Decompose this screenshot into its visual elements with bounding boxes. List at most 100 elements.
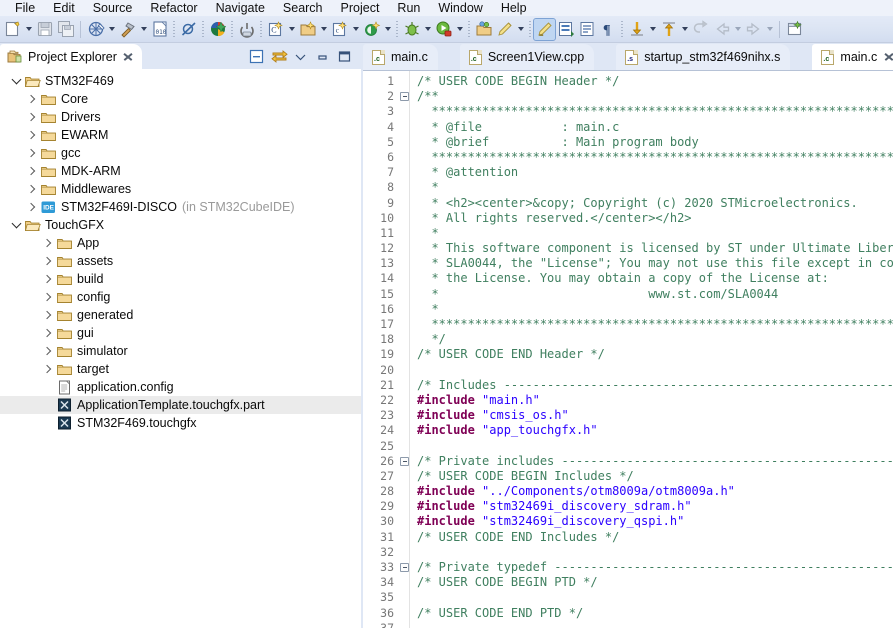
toolbar-drag-handle[interactable] — [396, 20, 398, 38]
editor-tab-screen1view-cpp[interactable]: .c Screen1View.cpp — [459, 44, 595, 70]
chevron-right-icon[interactable] — [24, 91, 40, 107]
fold-collapse-icon[interactable] — [399, 89, 409, 104]
build-all-dropdown-arrow[interactable] — [106, 19, 117, 40]
new-class-dropdown-arrow[interactable] — [382, 19, 393, 40]
editor-tab-main-c[interactable]: .c main.c — [363, 44, 438, 70]
chevron-right-icon[interactable] — [40, 307, 56, 323]
tree-item-config[interactable]: config — [0, 288, 361, 306]
toolbar-drag-handle[interactable] — [468, 20, 470, 38]
tree-item-mdk-arm[interactable]: MDK-ARM — [0, 162, 361, 180]
menu-edit[interactable]: Edit — [44, 1, 84, 16]
back-icon[interactable] — [711, 19, 732, 40]
code-editor[interactable]: 1 2 3 4 5 6 7 8 9 10 11 12 13 14 15 16 17 18 19 20 21 22 23 24 2… — [363, 70, 893, 628]
link-with-editor-icon[interactable] — [271, 49, 288, 65]
maximize-icon[interactable] — [337, 49, 353, 65]
chevron-right-icon[interactable] — [40, 361, 56, 377]
build-dropdown-arrow[interactable] — [138, 19, 149, 40]
close-icon[interactable] — [883, 51, 893, 63]
new-icon[interactable] — [2, 19, 23, 40]
tree-item-core[interactable]: Core — [0, 90, 361, 108]
save-icon[interactable] — [34, 19, 55, 40]
editor-tab-startup-stm32f469nihx-s[interactable]: .s startup_stm32f469nihx.s — [616, 44, 791, 70]
previous-annotation-icon[interactable] — [658, 19, 679, 40]
chevron-right-icon[interactable] — [24, 163, 40, 179]
new-window-icon[interactable] — [784, 19, 805, 40]
tree-item-app[interactable]: App — [0, 234, 361, 252]
chevron-right-icon[interactable] — [24, 145, 40, 161]
tree-item-middlewares[interactable]: Middlewares — [0, 180, 361, 198]
tree-item-build[interactable]: build — [0, 270, 361, 288]
menu-refactor[interactable]: Refactor — [141, 1, 206, 16]
binary-icon[interactable]: 010 — [149, 19, 170, 40]
new-folder-icon[interactable] — [297, 19, 318, 40]
minimize-icon[interactable] — [315, 49, 331, 65]
tree-item-drivers[interactable]: Drivers — [0, 108, 361, 126]
skip-breakpoints-icon[interactable] — [178, 19, 199, 40]
source-code-text[interactable]: /* USER CODE BEGIN Header *//** ********… — [410, 71, 893, 628]
forward-icon[interactable] — [743, 19, 764, 40]
forward-dropdown-arrow[interactable] — [764, 19, 775, 40]
tree-item-target[interactable]: target — [0, 360, 361, 378]
menu-project[interactable]: Project — [332, 1, 389, 16]
debug-dropdown-arrow[interactable] — [422, 19, 433, 40]
build-hammer-icon[interactable] — [117, 19, 138, 40]
save-all-icon[interactable] — [55, 19, 76, 40]
close-icon[interactable] — [122, 51, 134, 63]
chevron-right-icon[interactable] — [40, 271, 56, 287]
menu-file[interactable]: File — [6, 1, 44, 16]
new-c-project-dropdown-arrow[interactable] — [286, 19, 297, 40]
pencil-icon[interactable] — [494, 19, 515, 40]
show-whitespace-icon[interactable] — [576, 19, 597, 40]
menu-window[interactable]: Window — [429, 1, 491, 16]
menu-help[interactable]: Help — [492, 1, 536, 16]
tree-item-application-config[interactable]: application.config — [0, 378, 361, 396]
toolbar-drag-handle[interactable] — [173, 20, 175, 38]
device-config-icon[interactable] — [236, 19, 257, 40]
toggle-block-selection-icon[interactable] — [555, 19, 576, 40]
chevron-right-icon[interactable] — [24, 127, 40, 143]
previous-annotation-dropdown-arrow[interactable] — [679, 19, 690, 40]
run-icon[interactable] — [433, 19, 454, 40]
tree-item-assets[interactable]: assets — [0, 252, 361, 270]
view-menu-icon[interactable] — [293, 49, 309, 65]
debug-icon[interactable] — [401, 19, 422, 40]
menu-navigate[interactable]: Navigate — [207, 1, 274, 16]
new-class-icon[interactable] — [361, 19, 382, 40]
fold-collapse-icon[interactable] — [399, 454, 409, 469]
editor-tab-main-c[interactable]: .c main.c — [812, 44, 893, 70]
tree-item-gui[interactable]: gui — [0, 324, 361, 342]
chevron-right-icon[interactable] — [40, 325, 56, 341]
folding-margin[interactable] — [399, 71, 410, 628]
tree-item-stm32f469-touchgfx[interactable]: STM32F469.touchgfx — [0, 414, 361, 432]
chevron-right-icon[interactable] — [40, 253, 56, 269]
new-dropdown-arrow[interactable] — [23, 19, 34, 40]
menu-source[interactable]: Source — [84, 1, 142, 16]
chevron-right-icon[interactable] — [40, 343, 56, 359]
new-c-project-icon[interactable]: C — [265, 19, 286, 40]
run-dropdown-arrow[interactable] — [454, 19, 465, 40]
chevron-down-icon[interactable] — [8, 73, 24, 89]
next-annotation-dropdown-arrow[interactable] — [647, 19, 658, 40]
toolbar-drag-handle[interactable] — [621, 20, 623, 38]
chevron-right-icon[interactable] — [40, 289, 56, 305]
new-c-file-dropdown-arrow[interactable] — [350, 19, 361, 40]
chevron-right-icon[interactable] — [24, 109, 40, 125]
chevron-down-icon[interactable] — [8, 217, 24, 233]
chevron-right-icon[interactable] — [24, 181, 40, 197]
highlight-icon[interactable] — [533, 17, 556, 41]
tree-item-stm32f469i-disco[interactable]: IDE STM32F469I-DISCO (in STM32CubeIDE) — [0, 198, 361, 216]
toolbar-drag-handle[interactable] — [260, 20, 262, 38]
chevron-right-icon[interactable] — [24, 199, 40, 215]
chevron-right-icon[interactable] — [40, 235, 56, 251]
new-folder-dropdown-arrow[interactable] — [318, 19, 329, 40]
tree-item-simulator[interactable]: simulator — [0, 342, 361, 360]
cubemx-icon[interactable] — [207, 19, 228, 40]
build-all-icon[interactable] — [85, 19, 106, 40]
tree-item-gcc[interactable]: gcc — [0, 144, 361, 162]
tree-item-generated[interactable]: generated — [0, 306, 361, 324]
menu-run[interactable]: Run — [388, 1, 429, 16]
menu-search[interactable]: Search — [274, 1, 332, 16]
last-edit-location-icon[interactable] — [690, 19, 711, 40]
tab-project-explorer[interactable]: Project Explorer — [0, 44, 142, 69]
toolbar-drag-handle[interactable] — [529, 20, 531, 38]
